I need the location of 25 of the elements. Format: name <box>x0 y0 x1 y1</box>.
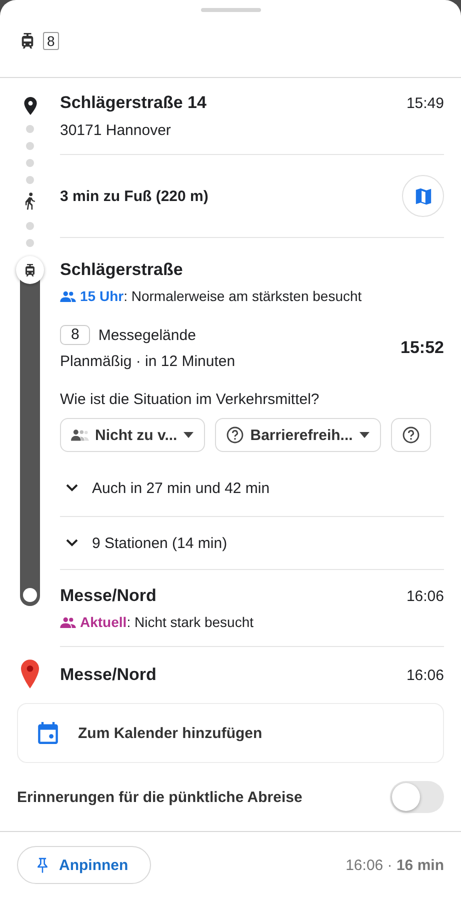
add-to-calendar-button[interactable]: Zum Kalender hinzufügen <box>17 703 444 763</box>
stop-name: Schlägerstraße <box>60 260 183 279</box>
question-text: Wie ist die Situation im Verkehrsmittel? <box>60 391 320 408</box>
time-label: 16:06 <box>406 666 444 684</box>
stop-name: Messe/Nord <box>60 586 156 606</box>
feedback-chip[interactable]: Nicht zu v... <box>60 418 206 452</box>
line-badge: 8 <box>60 325 90 345</box>
departure-status: Planmäßig · in 12 Minuten <box>60 353 236 370</box>
feedback-chip[interactable]: Barrierefreih... <box>215 418 381 452</box>
crowd-info: Aktuell: Nicht stark besucht <box>80 614 254 630</box>
pin-button[interactable]: Anpinnen <box>17 846 152 884</box>
line-badge: 8 <box>43 32 59 50</box>
stop-name: Messe/Nord <box>60 665 156 685</box>
time-label: 15:49 <box>406 95 444 112</box>
walk-duration: 3 min zu Fuß (220 m) <box>60 188 208 204</box>
departure-time: 15:52 <box>400 338 444 358</box>
reminder-label: Erinnerungen für die pünktliche Abreise <box>17 788 302 806</box>
trip-summary: 16:06 · 16 min <box>346 856 444 874</box>
headsign-text: Messegelände <box>98 326 196 344</box>
time-label: 16:06 <box>406 588 444 605</box>
expand-row[interactable]: Auch in 27 min und 42 min <box>60 460 444 516</box>
crowd-info: 15 Uhr: Normalerweise am stärksten besucht <box>80 288 362 304</box>
stop-name: Schlägerstraße 14 <box>60 93 206 113</box>
address-text: 30171 Hannover <box>60 122 444 155</box>
expand-row[interactable]: 9 Stationen (14 min) <box>60 517 444 569</box>
